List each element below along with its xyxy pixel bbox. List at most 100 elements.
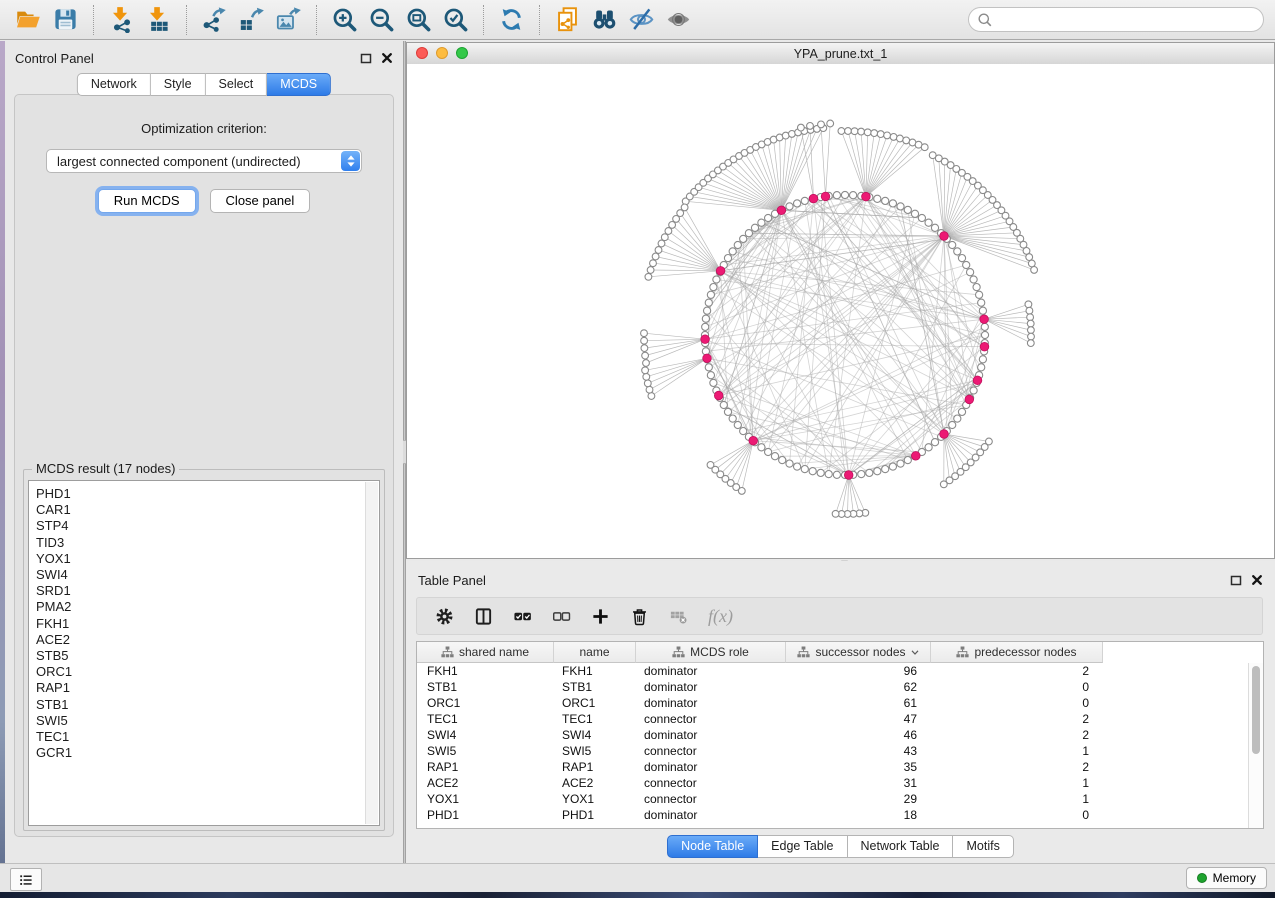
table-row[interactable]: STB1STB1dominator620 bbox=[417, 679, 1263, 695]
column-header-predecessor-nodes[interactable]: predecessor nodes bbox=[931, 642, 1103, 663]
mcds-node-item[interactable]: ORC1 bbox=[36, 664, 379, 680]
mcds-node-item[interactable]: ACE2 bbox=[36, 632, 379, 648]
mcds-result-items: PHD1CAR1STP4TID3YOX1SWI4SRD1PMA2FKH1ACE2… bbox=[29, 481, 379, 761]
node-table[interactable]: shared namenameMCDS rolesuccessor nodesp… bbox=[416, 641, 1264, 829]
mcds-node-item[interactable]: TEC1 bbox=[36, 729, 379, 745]
show-network-button[interactable] bbox=[660, 3, 697, 37]
search-input[interactable] bbox=[993, 11, 1263, 28]
column-header-name[interactable]: name bbox=[554, 642, 636, 663]
network-canvas[interactable] bbox=[407, 64, 1274, 558]
tab-network-table[interactable]: Network Table bbox=[848, 835, 954, 858]
network-graph[interactable] bbox=[407, 64, 1274, 558]
table-row[interactable]: SWI5SWI5connector431 bbox=[417, 743, 1263, 759]
mcds-node-item[interactable]: GCR1 bbox=[36, 745, 379, 761]
table-row[interactable]: PHD1PHD1dominator180 bbox=[417, 807, 1263, 823]
tab-edge-table[interactable]: Edge Table bbox=[758, 835, 847, 858]
table-cell: connector bbox=[636, 776, 786, 790]
zoom-fit-icon bbox=[405, 6, 432, 33]
table-cell: TEC1 bbox=[417, 712, 554, 726]
table-scrollbar[interactable] bbox=[1248, 663, 1263, 828]
tab-node-table[interactable]: Node Table bbox=[667, 835, 758, 858]
share-document-icon bbox=[554, 6, 581, 33]
mcds-node-item[interactable]: PHD1 bbox=[36, 486, 379, 502]
table-cell: dominator bbox=[636, 728, 786, 742]
float-panel-icon[interactable] bbox=[360, 52, 372, 64]
add-button[interactable] bbox=[591, 607, 610, 626]
zoom-out-button[interactable] bbox=[363, 3, 400, 37]
import-table-button[interactable] bbox=[140, 3, 177, 37]
select-all-button[interactable] bbox=[513, 607, 532, 626]
table-row[interactable]: YOX1YOX1connector291 bbox=[417, 791, 1263, 807]
save-button[interactable] bbox=[47, 3, 84, 37]
table-row[interactable]: ACE2ACE2connector311 bbox=[417, 775, 1263, 791]
close-table-panel-icon[interactable] bbox=[1251, 574, 1263, 586]
mcds-node-item[interactable]: YOX1 bbox=[36, 551, 379, 567]
float-table-panel-icon[interactable] bbox=[1230, 574, 1242, 586]
mcds-node-item[interactable]: CAR1 bbox=[36, 502, 379, 518]
column-header-successor-nodes[interactable]: successor nodes bbox=[786, 642, 931, 663]
refresh-button[interactable] bbox=[493, 3, 530, 37]
zoom-in-button[interactable] bbox=[326, 3, 363, 37]
window-maximize-button[interactable] bbox=[456, 47, 468, 59]
tab-select[interactable]: Select bbox=[206, 73, 268, 96]
tab-style[interactable]: Style bbox=[151, 73, 206, 96]
table-cell: 2 bbox=[931, 712, 1103, 726]
column-header-shared-name[interactable]: shared name bbox=[417, 642, 554, 663]
settings-button[interactable] bbox=[435, 607, 454, 626]
share-document-button[interactable] bbox=[549, 3, 586, 37]
mcds-node-item[interactable]: TID3 bbox=[36, 535, 379, 551]
network-search-box[interactable] bbox=[968, 7, 1264, 32]
mcds-node-item[interactable]: STB5 bbox=[36, 648, 379, 664]
export-network-button[interactable] bbox=[196, 3, 233, 37]
deselect-all-button[interactable] bbox=[552, 607, 571, 626]
run-mcds-button[interactable]: Run MCDS bbox=[98, 189, 196, 213]
node-table-body: FKH1FKH1dominator962STB1STB1dominator620… bbox=[417, 663, 1263, 823]
table-row[interactable]: TEC1TEC1connector472 bbox=[417, 711, 1263, 727]
window-minimize-button[interactable] bbox=[436, 47, 448, 59]
toolbar-separator bbox=[186, 5, 187, 35]
mcds-node-item[interactable]: RAP1 bbox=[36, 680, 379, 696]
table-row[interactable]: RAP1RAP1dominator352 bbox=[417, 759, 1263, 775]
tab-motifs[interactable]: Motifs bbox=[953, 835, 1013, 858]
mcds-node-item[interactable]: SWI5 bbox=[36, 713, 379, 729]
mcds-node-item[interactable]: SWI4 bbox=[36, 567, 379, 583]
table-scrollbar-thumb[interactable] bbox=[1252, 666, 1260, 754]
mcds-node-item[interactable]: STB1 bbox=[36, 697, 379, 713]
table-row[interactable]: SWI4SWI4dominator462 bbox=[417, 727, 1263, 743]
optimization-criterion-select[interactable]: largest connected component (undirected) bbox=[46, 149, 362, 173]
search-network-button[interactable] bbox=[586, 3, 623, 37]
zoom-selected-button[interactable] bbox=[437, 3, 474, 37]
deselect-all-icon bbox=[552, 607, 571, 626]
mcds-node-item[interactable]: PMA2 bbox=[36, 599, 379, 615]
table-cell: TEC1 bbox=[554, 712, 636, 726]
show-column-button[interactable] bbox=[474, 607, 493, 626]
import-network-button[interactable] bbox=[103, 3, 140, 37]
show-column-icon bbox=[474, 607, 493, 626]
export-image-button[interactable] bbox=[270, 3, 307, 37]
mcds-node-item[interactable]: STP4 bbox=[36, 518, 379, 534]
column-header-mcds-role[interactable]: MCDS role bbox=[636, 642, 786, 663]
table-row[interactable]: FKH1FKH1dominator962 bbox=[417, 663, 1263, 679]
close-panel-icon[interactable] bbox=[381, 52, 393, 64]
table-cell: 2 bbox=[931, 664, 1103, 678]
mcds-node-item[interactable]: FKH1 bbox=[36, 616, 379, 632]
close-panel-button[interactable]: Close panel bbox=[210, 189, 311, 213]
function-builder-icon: f(x) bbox=[708, 606, 733, 627]
network-window-titlebar[interactable]: YPA_prune.txt_1 bbox=[407, 43, 1274, 65]
window-close-button[interactable] bbox=[416, 47, 428, 59]
hide-network-button[interactable] bbox=[623, 3, 660, 37]
open-button[interactable] bbox=[10, 3, 47, 37]
mcds-result-legend: MCDS result (17 nodes) bbox=[32, 461, 179, 476]
tab-network[interactable]: Network bbox=[77, 73, 151, 96]
mcds-result-scrollbar[interactable] bbox=[365, 482, 378, 824]
task-history-button[interactable] bbox=[10, 868, 42, 891]
export-table-button[interactable] bbox=[233, 3, 270, 37]
table-cell: 96 bbox=[786, 664, 931, 678]
mcds-result-list[interactable]: PHD1CAR1STP4TID3YOX1SWI4SRD1PMA2FKH1ACE2… bbox=[28, 480, 380, 826]
delete-button[interactable] bbox=[630, 607, 649, 626]
memory-button[interactable]: Memory bbox=[1186, 867, 1267, 889]
mcds-node-item[interactable]: SRD1 bbox=[36, 583, 379, 599]
zoom-fit-button[interactable] bbox=[400, 3, 437, 37]
table-row[interactable]: ORC1ORC1dominator610 bbox=[417, 695, 1263, 711]
tab-mcds[interactable]: MCDS bbox=[267, 73, 331, 96]
